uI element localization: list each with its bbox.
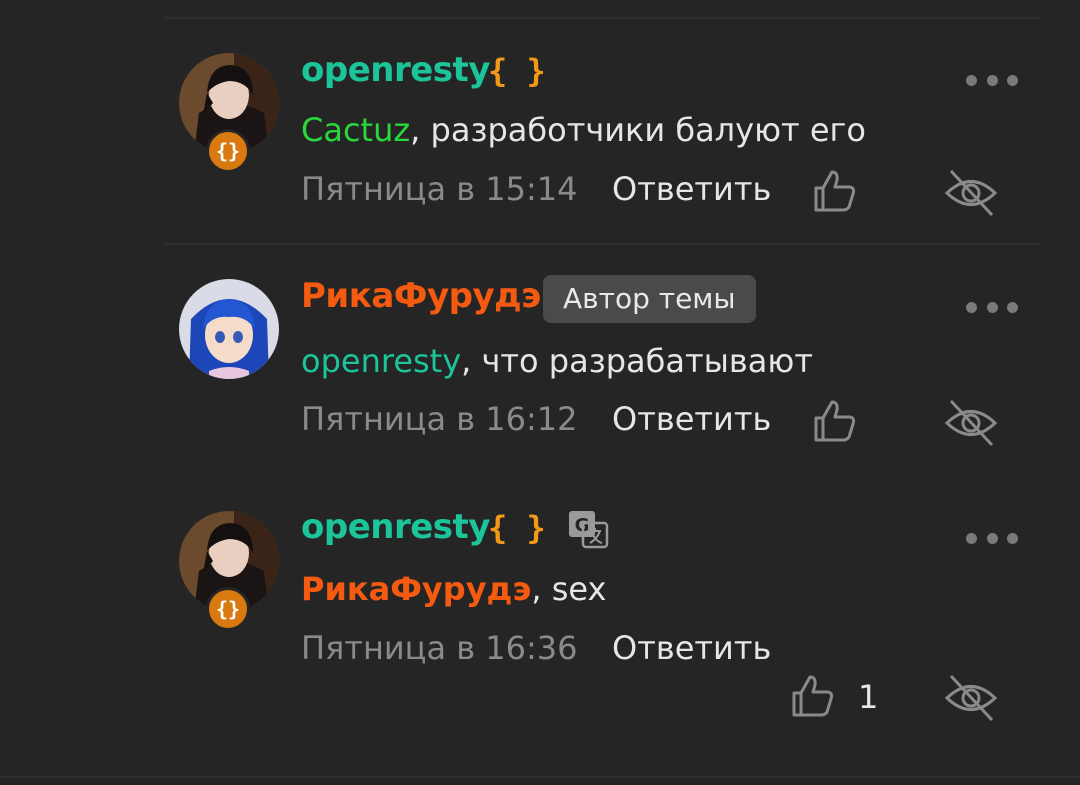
topic-author-badge: Автор темы (543, 275, 756, 323)
role-badge: {} (206, 129, 250, 173)
developer-role-icon: { } (488, 52, 546, 90)
comment-timestamp[interactable]: Пятница в 16:12 (301, 400, 577, 438)
mention-link[interactable]: openresty (301, 342, 461, 380)
top-divider (165, 17, 1040, 19)
username[interactable]: РикаФурудэ (301, 276, 541, 316)
bottom-divider (0, 776, 1080, 778)
comment-timestamp[interactable]: Пятница в 16:36 (301, 629, 577, 667)
eye-off-icon[interactable] (944, 398, 998, 448)
mention-link[interactable]: РикаФурудэ (301, 570, 531, 608)
comment-text: РикаФурудэ, sex (301, 570, 607, 608)
more-horizontal-icon (966, 532, 977, 544)
reply-button[interactable]: Ответить (612, 400, 771, 438)
translate-icon[interactable]: G (567, 509, 609, 549)
thumbs-up-icon[interactable] (790, 673, 836, 719)
like-count: 1 (858, 678, 879, 716)
username[interactable]: openresty (301, 50, 490, 90)
role-badge: {} (206, 587, 250, 631)
eye-off-icon[interactable] (944, 168, 998, 218)
more-horizontal-icon (966, 74, 977, 86)
comment-divider (165, 243, 1040, 245)
thumbs-up-icon[interactable] (812, 168, 858, 214)
mention-link[interactable]: Cactuz (301, 111, 410, 149)
comment-text: openresty, что разрабатывают (301, 342, 813, 380)
reply-button[interactable]: Ответить (612, 170, 771, 208)
username[interactable]: openresty (301, 507, 490, 547)
more-options-button[interactable] (966, 74, 1018, 86)
comment-text: Cactuz, разработчики балуют его (301, 111, 866, 149)
thumbs-up-icon[interactable] (812, 398, 858, 444)
more-options-button[interactable] (966, 532, 1018, 544)
reply-button[interactable]: Ответить (612, 629, 771, 667)
more-horizontal-icon (966, 301, 977, 313)
eye-off-icon[interactable] (944, 673, 998, 723)
developer-role-icon: { } (488, 509, 546, 547)
more-options-button[interactable] (966, 301, 1018, 313)
comment-timestamp[interactable]: Пятница в 15:14 (301, 170, 577, 208)
avatar-rikafurude[interactable] (179, 279, 279, 379)
